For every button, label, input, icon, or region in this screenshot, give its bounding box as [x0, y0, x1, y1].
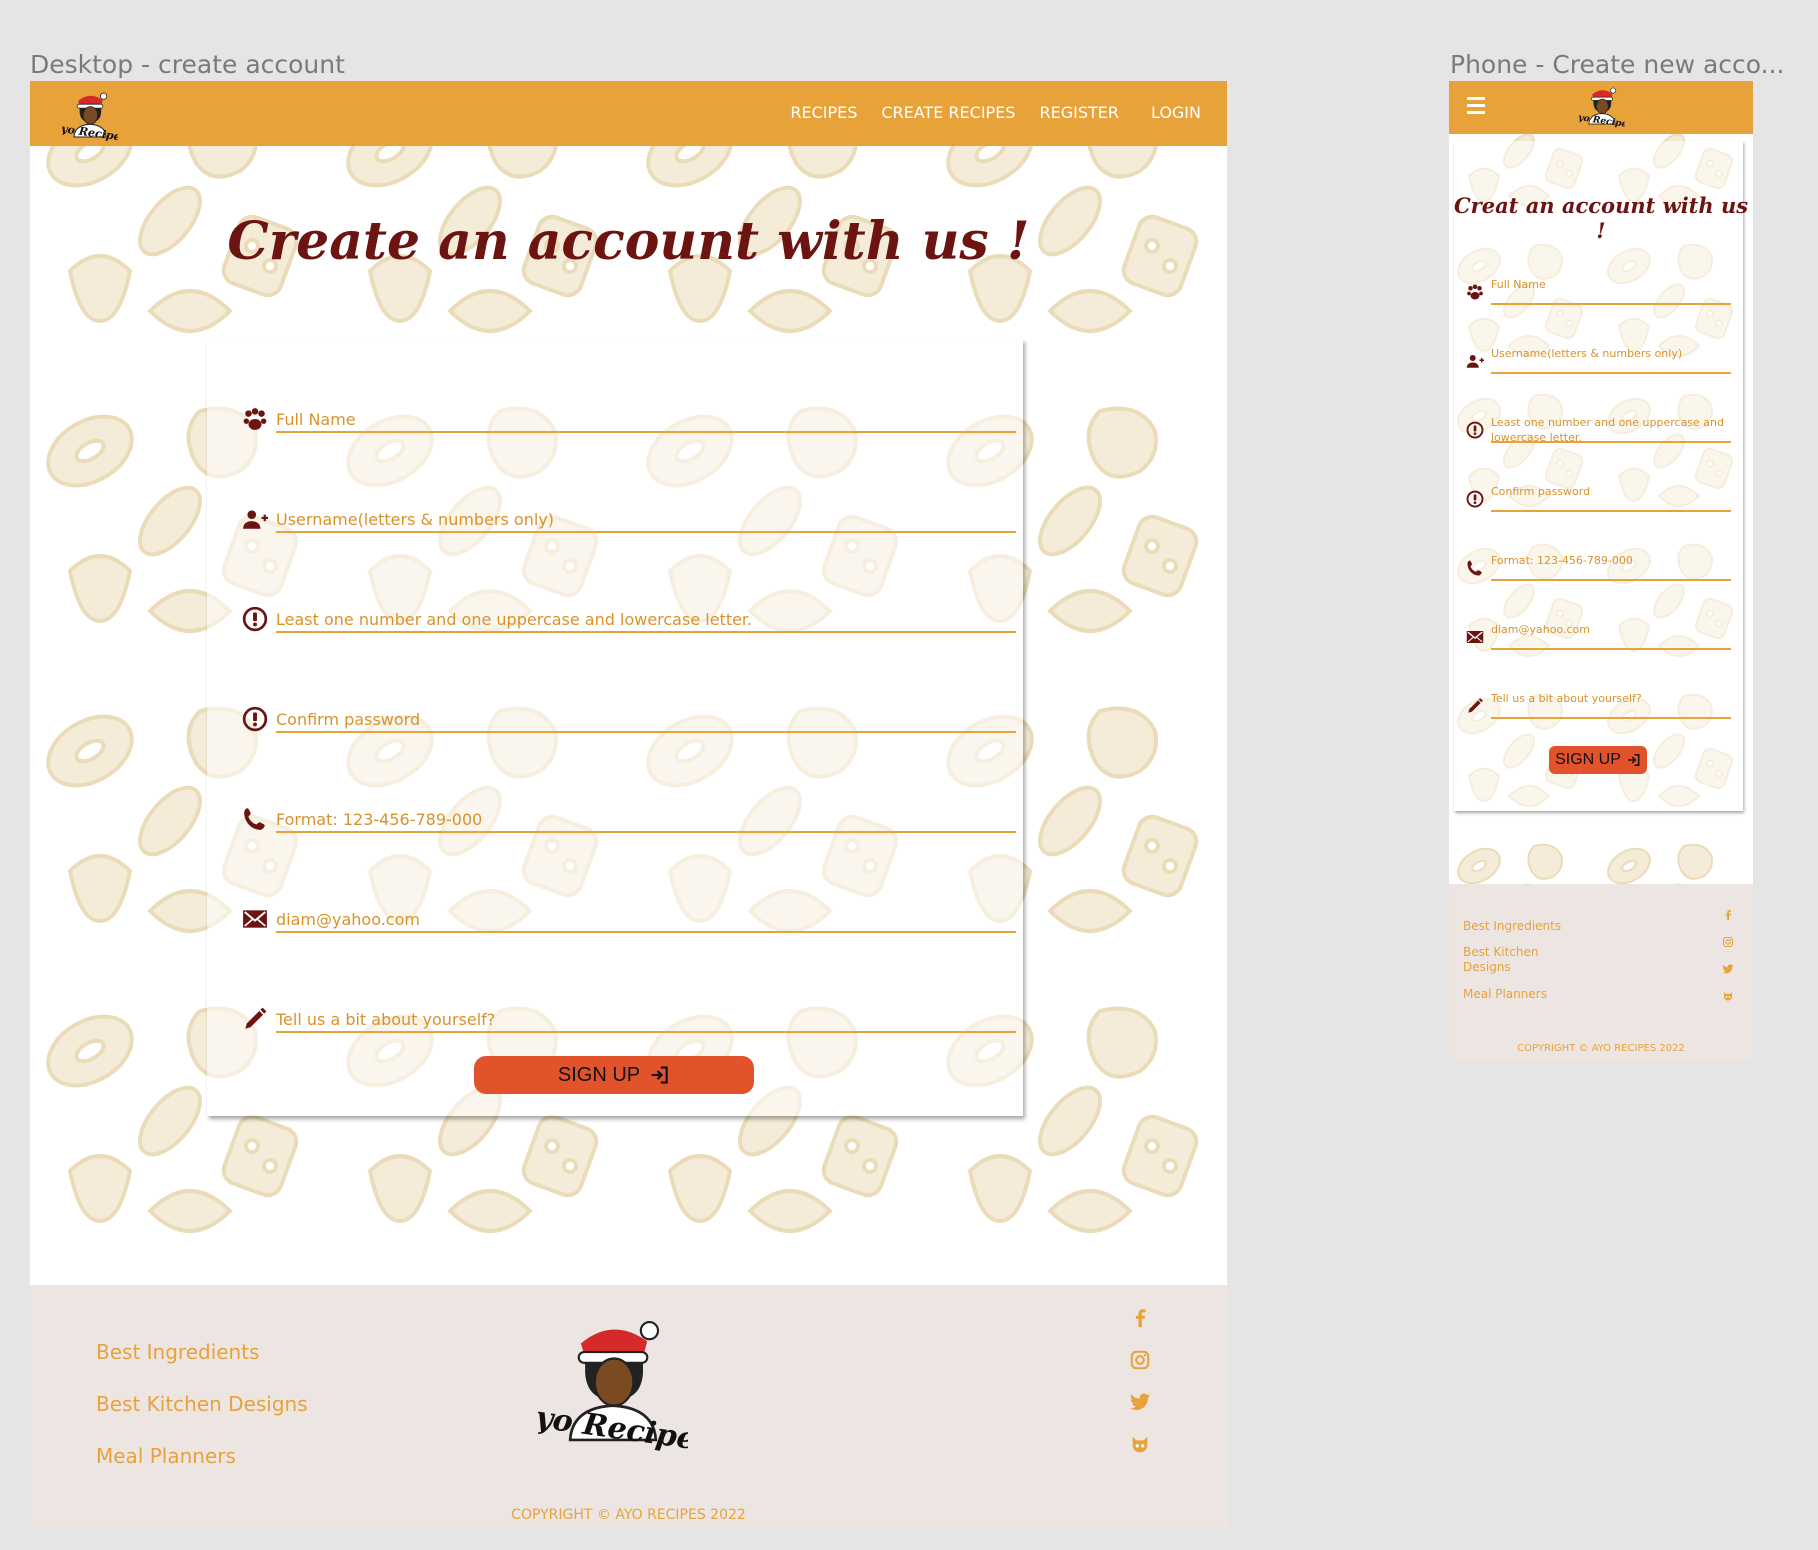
phone-page-title: Creat an account with us ! [1453, 193, 1749, 243]
phone-sign-in-icon [1627, 753, 1640, 767]
exclamation-circle-icon [242, 706, 268, 732]
signup-label: SIGN UP [557, 1063, 641, 1086]
phone-signup-button[interactable]: SIGN UP [1549, 746, 1647, 774]
nav-create-recipes[interactable]: CREATE RECIPES [881, 103, 1015, 122]
phone-signup-label: SIGN UP [1555, 751, 1621, 768]
field-underline [276, 731, 1016, 733]
field-underline [276, 931, 1016, 933]
copyright: COPYRIGHT © AYO RECIPES 2022 [511, 1507, 746, 1523]
phone-field-underline [1491, 372, 1731, 374]
footer: Best Ingredients Best Kitchen Designs Me… [30, 1285, 1227, 1527]
field-underline [276, 531, 1016, 533]
pencil-icon [245, 1007, 267, 1029]
phone-field-placeholder[interactable]: Full Name [1491, 277, 1731, 292]
field-placeholder[interactable]: Least one number and one uppercase and l… [276, 610, 1016, 630]
field-placeholder[interactable]: Format: 123-456-789-000 [276, 810, 1016, 830]
exclamation-circle-icon [1466, 421, 1484, 439]
user-plus-icon [243, 510, 268, 529]
field-placeholder[interactable]: Full Name [276, 410, 1016, 430]
phone-field-placeholder[interactable]: diam@yahoo.com [1491, 622, 1731, 637]
exclamation-circle-icon [1466, 490, 1484, 508]
sign-in-icon [650, 1066, 668, 1084]
field-underline [276, 631, 1016, 633]
field-placeholder[interactable]: Username(letters & numbers only) [276, 510, 1016, 530]
phone-navbar [1449, 81, 1753, 134]
phone-field-underline [1491, 510, 1731, 512]
field-placeholder[interactable]: Tell us a bit about yourself? [276, 1010, 1016, 1030]
nav-login[interactable]: LOGIN [1151, 103, 1201, 122]
field-placeholder[interactable]: Confirm password [276, 710, 1016, 730]
phone-icon [1467, 560, 1482, 576]
phone-field-underline [1491, 579, 1731, 581]
desktop-frame: RECIPES CREATE RECIPES REGISTER LOGIN Cr… [30, 81, 1227, 1527]
pencil-icon [1468, 698, 1483, 713]
phone-instagram-icon[interactable] [1722, 936, 1734, 948]
phone-frame: Creat an account with us ! Full Name User… [1449, 81, 1753, 1061]
twitter-icon[interactable] [1129, 1391, 1151, 1413]
facebook-icon[interactable] [1129, 1307, 1151, 1329]
phone-logo-icon[interactable] [1579, 84, 1625, 128]
github-icon[interactable] [1129, 1433, 1151, 1455]
field-underline [276, 431, 1016, 433]
instagram-icon[interactable] [1129, 1349, 1151, 1371]
signup-button[interactable]: SIGN UP [474, 1056, 754, 1094]
field-placeholder[interactable]: diam@yahoo.com [276, 910, 1016, 930]
nav-recipes[interactable]: RECIPES [790, 103, 857, 122]
field-underline [276, 831, 1016, 833]
phone-field-placeholder[interactable]: Confirm password [1491, 484, 1731, 499]
users-icon [1467, 284, 1483, 300]
users-icon [243, 408, 267, 430]
hamburger-menu-icon[interactable] [1467, 97, 1485, 114]
desktop-frame-label: Desktop - create account [30, 50, 345, 79]
exclamation-circle-icon [242, 606, 268, 632]
page-title: Create an account with us ! [227, 211, 1030, 272]
phone-footer: Best Ingredients Best Kitchen Designs Me… [1449, 884, 1753, 1061]
top-navbar: RECIPES CREATE RECIPES REGISTER LOGIN [30, 81, 1227, 146]
phone-field-placeholder[interactable]: Tell us a bit about yourself? [1491, 691, 1731, 706]
footer-logo [538, 1320, 688, 1451]
phone-field-underline [1491, 648, 1731, 650]
phone-facebook-icon[interactable] [1722, 909, 1734, 921]
field-underline [276, 1031, 1016, 1033]
footer-link-kitchen-designs[interactable]: Best Kitchen Designs [96, 1392, 308, 1416]
envelope-icon [1466, 630, 1484, 644]
phone-field-underline [1491, 303, 1731, 305]
phone-field-underline [1491, 717, 1731, 719]
phone-copyright: COPYRIGHT © AYO RECIPES 2022 [1517, 1043, 1685, 1054]
phone-footer-link-kitchen-designs[interactable]: Best Kitchen Designs [1463, 945, 1553, 975]
phone-github-icon[interactable] [1722, 990, 1734, 1002]
footer-link-ingredients[interactable]: Best Ingredients [96, 1340, 260, 1364]
phone-field-placeholder[interactable]: Format: 123-456-789-000 [1491, 553, 1731, 568]
nav-register[interactable]: REGISTER [1039, 103, 1119, 122]
user-plus-icon [1466, 355, 1484, 368]
phone-footer-link-meal-planners[interactable]: Meal Planners [1463, 987, 1547, 1002]
phone-footer-link-ingredients[interactable]: Best Ingredients [1463, 919, 1561, 934]
envelope-icon [242, 909, 268, 929]
phone-field-underline [1491, 441, 1731, 443]
phone-icon [244, 808, 265, 830]
phone-frame-label: Phone - Create new acco... [1450, 50, 1785, 79]
phone-twitter-icon[interactable] [1722, 963, 1734, 975]
logo-icon[interactable] [62, 89, 118, 141]
phone-field-placeholder[interactable]: Username(letters & numbers only) [1491, 346, 1731, 361]
footer-link-meal-planners[interactable]: Meal Planners [96, 1444, 236, 1468]
